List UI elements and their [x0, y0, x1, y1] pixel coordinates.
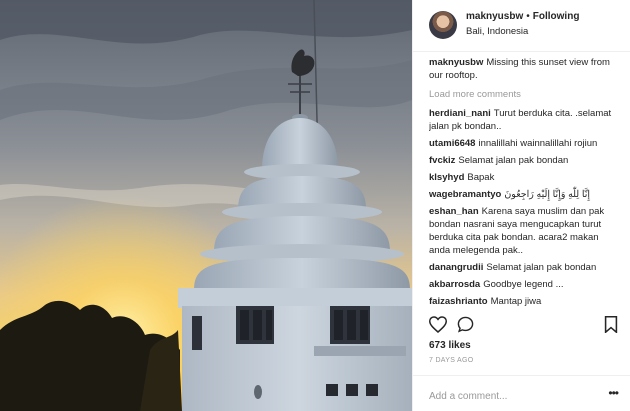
sunset-rooftop-image — [0, 0, 412, 411]
header-username[interactable]: maknyusbw — [466, 11, 523, 22]
heart-icon[interactable] — [428, 316, 448, 338]
comment-username[interactable]: klsyhyd — [429, 172, 464, 183]
add-comment-input[interactable] — [429, 391, 599, 402]
comment-username[interactable]: wagebramantyo — [429, 189, 501, 200]
comment-text: Goodbye legend ... — [483, 279, 564, 290]
comment-item: fvckiz Selamat jalan pak bondan — [429, 154, 618, 167]
location-link[interactable]: Bali, Indonesia — [466, 25, 579, 38]
comments-list[interactable]: maknyusbw Missing this sunset view from o… — [429, 56, 618, 310]
comment-item: wagebramantyo إِنَّا لِلّٰهِ وَإِنَّا إِل… — [429, 188, 618, 201]
caption-username[interactable]: maknyusbw — [429, 57, 483, 68]
comment-username[interactable]: herdiani_nani — [429, 108, 491, 119]
avatar[interactable] — [429, 11, 457, 39]
comment-username[interactable]: utami6648 — [429, 138, 475, 149]
post-photo[interactable] — [0, 0, 412, 411]
comment-text: Selamat jalan pak bondan — [486, 262, 597, 273]
post-timestamp[interactable]: 7 DAYS AGO — [429, 357, 474, 364]
comment-item: herdiani_nani Turut berduka cita. .selama… — [429, 107, 618, 133]
bookmark-icon[interactable] — [604, 316, 618, 338]
comment-item: utami6648 innalillahi wainnalillahi rojiu… — [429, 137, 618, 150]
likes-count[interactable]: 673 likes — [429, 340, 471, 351]
comment-username[interactable]: faizashrianto — [429, 296, 488, 307]
post-sidebar: maknyusbw • Following Bali, Indonesia makn… — [412, 0, 630, 411]
comment-username[interactable]: fvckiz — [429, 155, 455, 166]
header-separator: • — [526, 11, 530, 22]
more-options-icon[interactable]: ••• — [608, 386, 619, 400]
action-bar — [428, 316, 618, 338]
following-button[interactable]: Following — [533, 11, 580, 22]
comment-item: eshan_han Karena saya muslim dan pak bond… — [429, 205, 618, 257]
comment-text: Mantap jiwa — [490, 296, 542, 307]
caption: maknyusbw Missing this sunset view from o… — [429, 56, 618, 82]
comment-username[interactable]: akbarrosda — [429, 279, 480, 290]
comment-item: faizashrianto Mantap jiwa — [429, 295, 618, 308]
comment-text: innalillahi wainnalillahi rojiun — [478, 138, 598, 149]
comment-item: danangrudii Selamat jalan pak bondan — [429, 261, 618, 274]
comment-text: إِنَّا لِلّٰهِ وَإِنَّا إِلَيْهِ رَاجِعُ… — [504, 189, 591, 200]
comment-item: klsyhyd Bapak — [429, 171, 618, 184]
comment-text: Selamat jalan pak bondan — [458, 155, 569, 166]
load-more-comments-button[interactable]: Load more comments — [429, 88, 618, 101]
add-comment-bar: ••• — [413, 375, 630, 407]
comment-text: Bapak — [467, 172, 495, 183]
post-header: maknyusbw • Following Bali, Indonesia — [413, 0, 630, 52]
comment-username[interactable]: eshan_han — [429, 206, 479, 217]
comment-username[interactable]: danangrudii — [429, 262, 483, 273]
comment-item: akbarrosda Goodbye legend ... — [429, 278, 618, 291]
comment-icon[interactable] — [457, 316, 474, 338]
header-text: maknyusbw • Following Bali, Indonesia — [466, 10, 579, 38]
